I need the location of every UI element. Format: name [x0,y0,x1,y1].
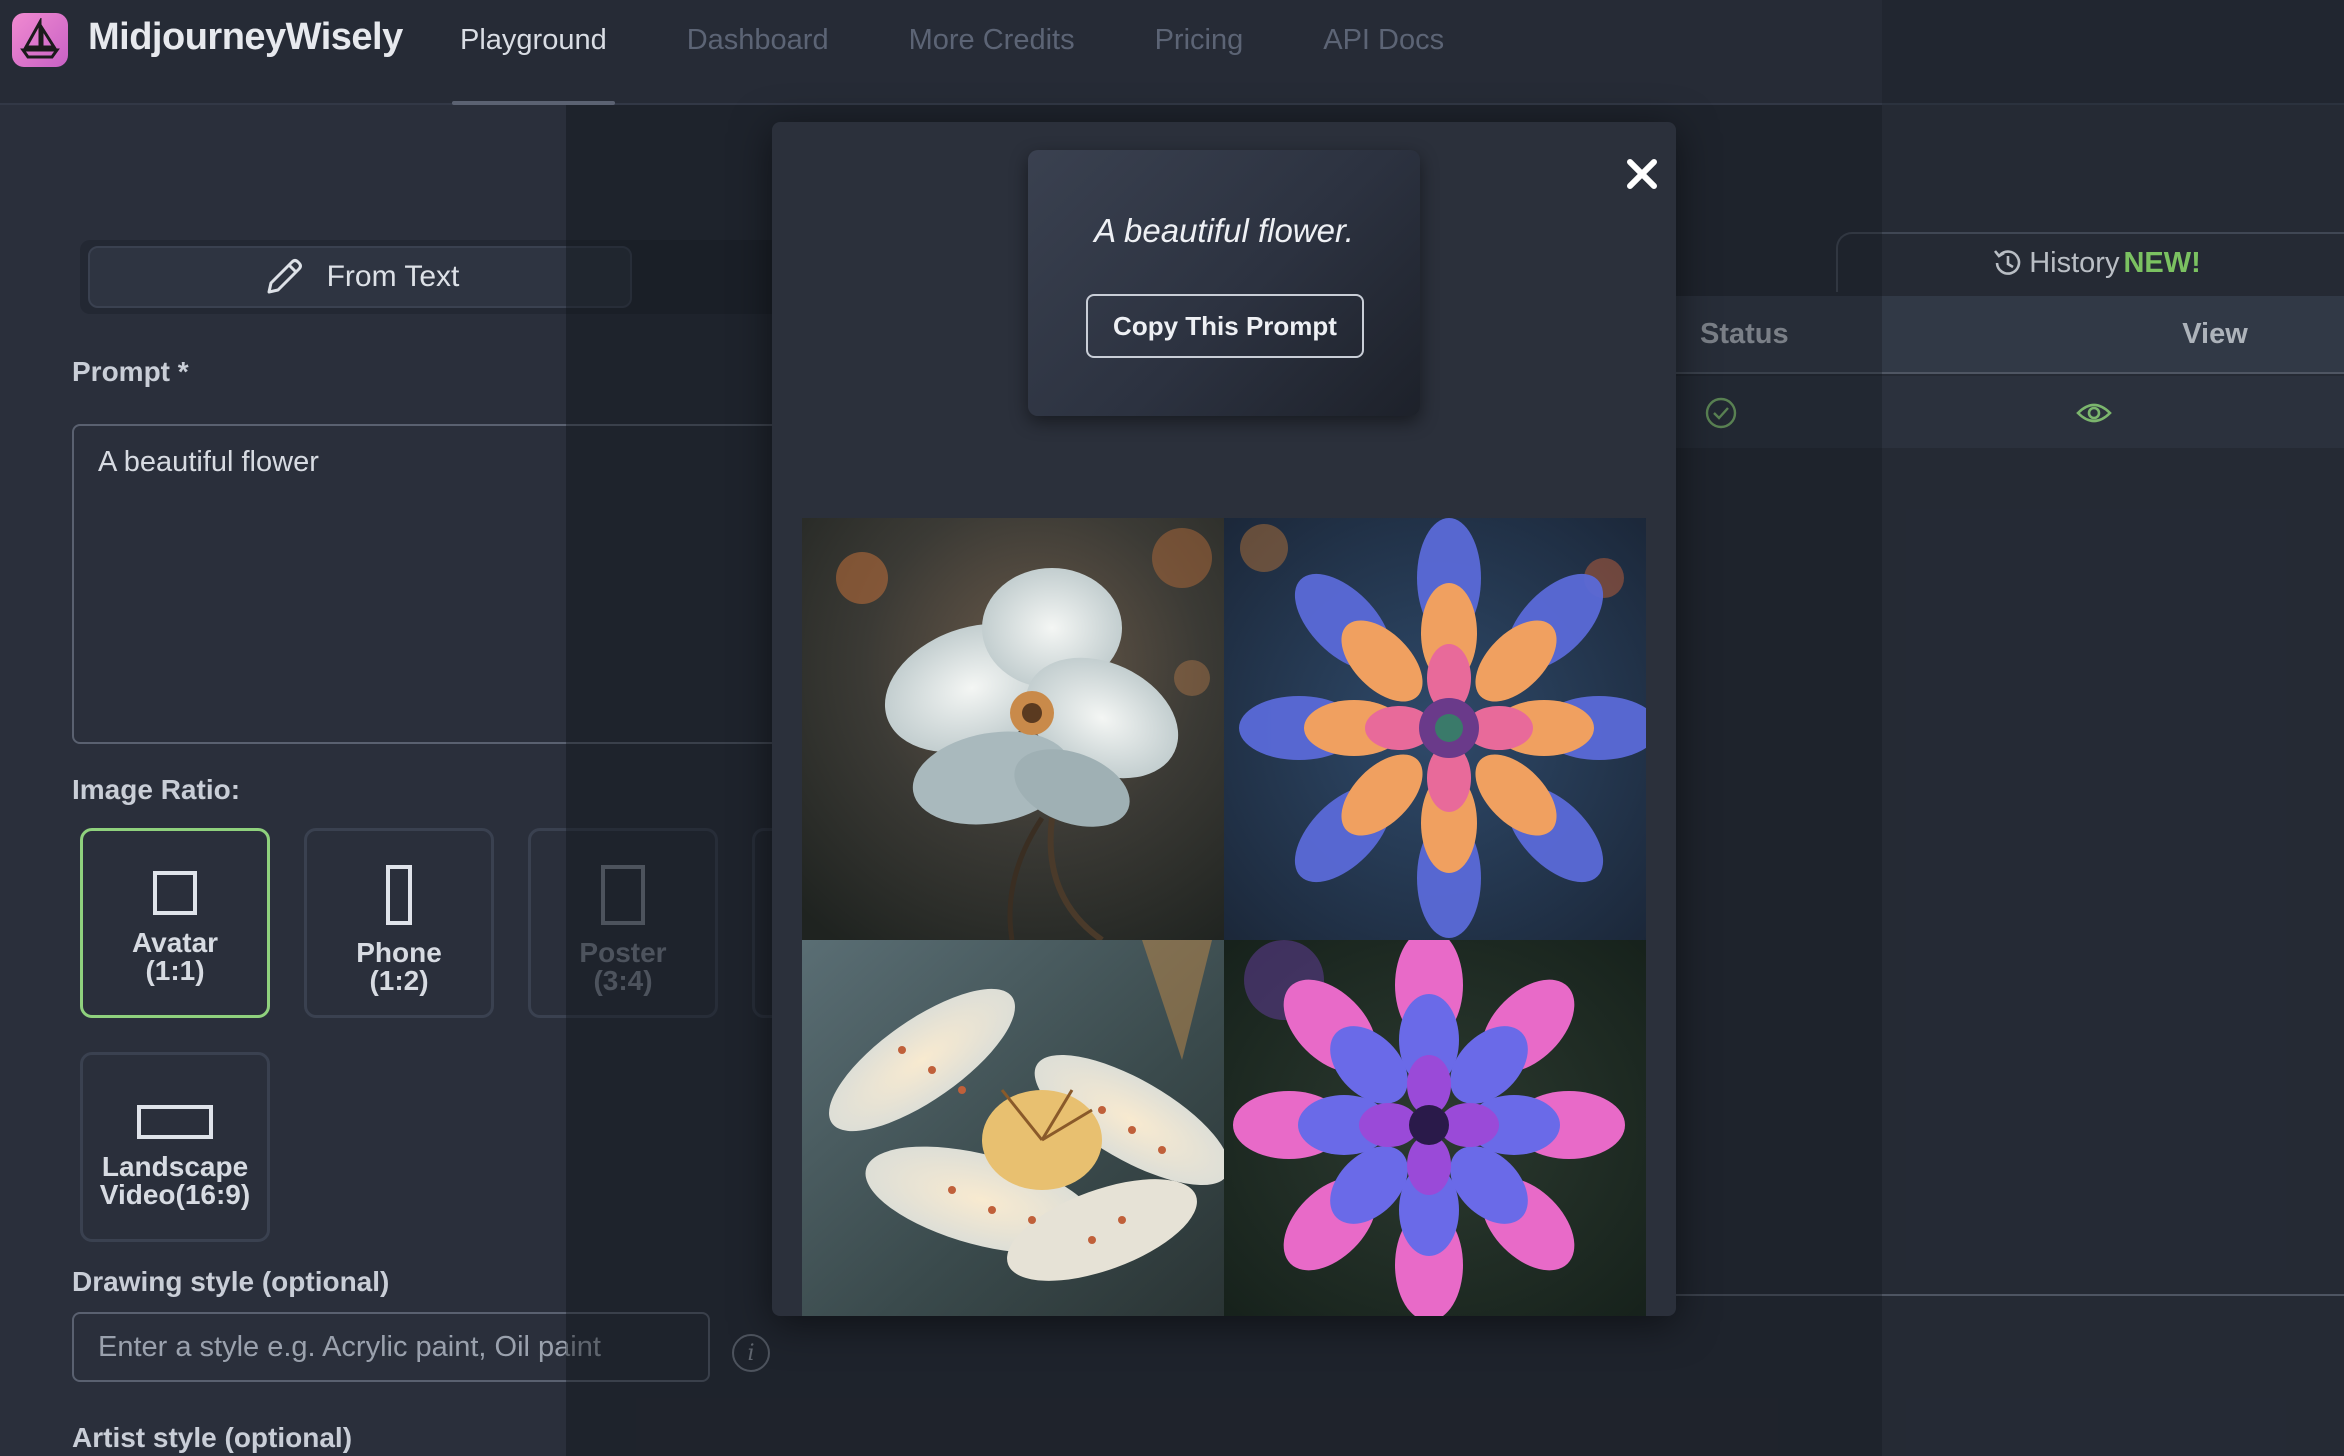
ratio-avatar-value: (1:1) [145,955,205,986]
ratio-phone[interactable]: Phone (1:2) [304,828,494,1018]
nav-api-docs[interactable]: API Docs [1323,0,1444,105]
pencil-icon [267,259,302,294]
modal-prompt-text: A beautiful flower. [1094,212,1354,249]
image-ratio-label: Image Ratio: [72,774,241,805]
ratio-landscape-name: Landscape [101,1151,249,1182]
tab-from-text-label: From Text [326,260,460,293]
generated-image-purple-dahlia[interactable] [1224,940,1646,1316]
ratio-landscape-value: Video(16:9) [99,1179,251,1210]
sailboat-logo-icon[interactable] [12,13,68,67]
main-nav: Playground Dashboard More Credits Pricin… [452,0,1524,105]
nav-playground[interactable]: Playground [452,0,615,105]
drawing-style-label: Drawing style (optional) [72,1266,390,1297]
ratio-phone-name: Phone [356,937,442,968]
nav-more-credits[interactable]: More Credits [909,0,1075,105]
artist-style-label: Artist style (optional) [72,1422,353,1453]
ratio-avatar[interactable]: Avatar (1:1) [80,828,270,1018]
modal-backdrop-right[interactable] [1882,0,2344,1456]
wide-ratio-icon [137,1105,213,1139]
generated-image-pastel-dahlia[interactable] [1224,518,1646,940]
ratio-avatar-name: Avatar [131,927,219,958]
prompt-card: A beautiful flower. Copy This Prompt [1028,150,1420,416]
generated-image-spotted-lily[interactable] [802,940,1224,1316]
nav-pricing[interactable]: Pricing [1155,0,1244,105]
tall-ratio-icon [386,865,412,925]
close-icon[interactable] [1622,154,1662,194]
brand-name[interactable]: MidjourneyWisely [88,16,403,59]
square-ratio-icon [153,871,197,915]
tab-from-text[interactable]: From Text [88,246,632,308]
ratio-phone-value: (1:2) [369,965,429,996]
generated-image-white-rose[interactable] [802,518,1224,940]
prompt-label: Prompt * [72,356,189,387]
ratio-landscape[interactable]: Landscape Video(16:9) [80,1052,270,1242]
nav-dashboard[interactable]: Dashboard [687,0,829,105]
copy-prompt-button[interactable]: Copy This Prompt [1086,294,1364,358]
